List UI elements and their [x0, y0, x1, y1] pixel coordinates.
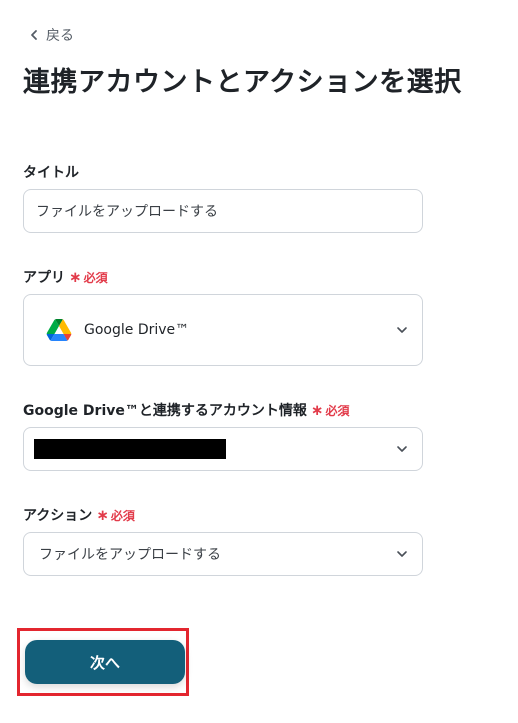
required-text: 必須: [325, 403, 350, 418]
google-drive-icon: [46, 319, 72, 341]
highlight-box: 次へ: [17, 628, 189, 696]
required-text: 必須: [110, 508, 135, 523]
back-label: 戻る: [46, 28, 74, 44]
account-field-label: Google Drive™と連携するアカウント情報 ∗ 必須: [23, 400, 349, 420]
title-input-value: ファイルをアップロードする: [36, 204, 218, 220]
required-star-icon: ∗: [96, 505, 109, 524]
app-select-value: Google Drive™: [84, 322, 190, 338]
required-badge: ∗ 必須: [69, 269, 108, 286]
page: 戻る 連携アカウントとアクションを選択 タイトル ファイルをアップロードする ア…: [0, 0, 518, 723]
chevron-left-icon: [31, 30, 37, 40]
action-field-label: アクション ∗ 必須: [23, 505, 135, 525]
action-label-text: アクション: [23, 508, 93, 524]
required-text: 必須: [83, 270, 108, 285]
required-badge: ∗ 必須: [311, 402, 350, 419]
action-select-value: ファイルをアップロードする: [39, 547, 221, 563]
chevron-down-icon: [397, 327, 407, 333]
chevron-down-icon: [397, 551, 407, 557]
title-label-text: タイトル: [23, 165, 79, 181]
account-label-text: Google Drive™と連携するアカウント情報: [23, 403, 307, 419]
chevron-down-icon: [397, 446, 407, 452]
title-input[interactable]: ファイルをアップロードする: [23, 189, 423, 233]
app-select[interactable]: Google Drive™: [23, 294, 423, 366]
account-select[interactable]: [23, 427, 423, 471]
action-select[interactable]: ファイルをアップロードする: [23, 532, 423, 576]
required-star-icon: ∗: [310, 400, 324, 419]
required-badge: ∗ 必須: [96, 507, 135, 524]
redacted-account-value: [34, 439, 226, 459]
title-field-label: タイトル: [23, 162, 79, 182]
next-button[interactable]: 次へ: [25, 640, 185, 684]
app-label-text: アプリ: [23, 270, 65, 286]
required-star-icon: ∗: [69, 267, 82, 286]
back-link[interactable]: 戻る: [28, 25, 74, 45]
app-field-label: アプリ ∗ 必須: [23, 267, 108, 287]
page-title: 連携アカウントとアクションを選択: [23, 67, 462, 98]
